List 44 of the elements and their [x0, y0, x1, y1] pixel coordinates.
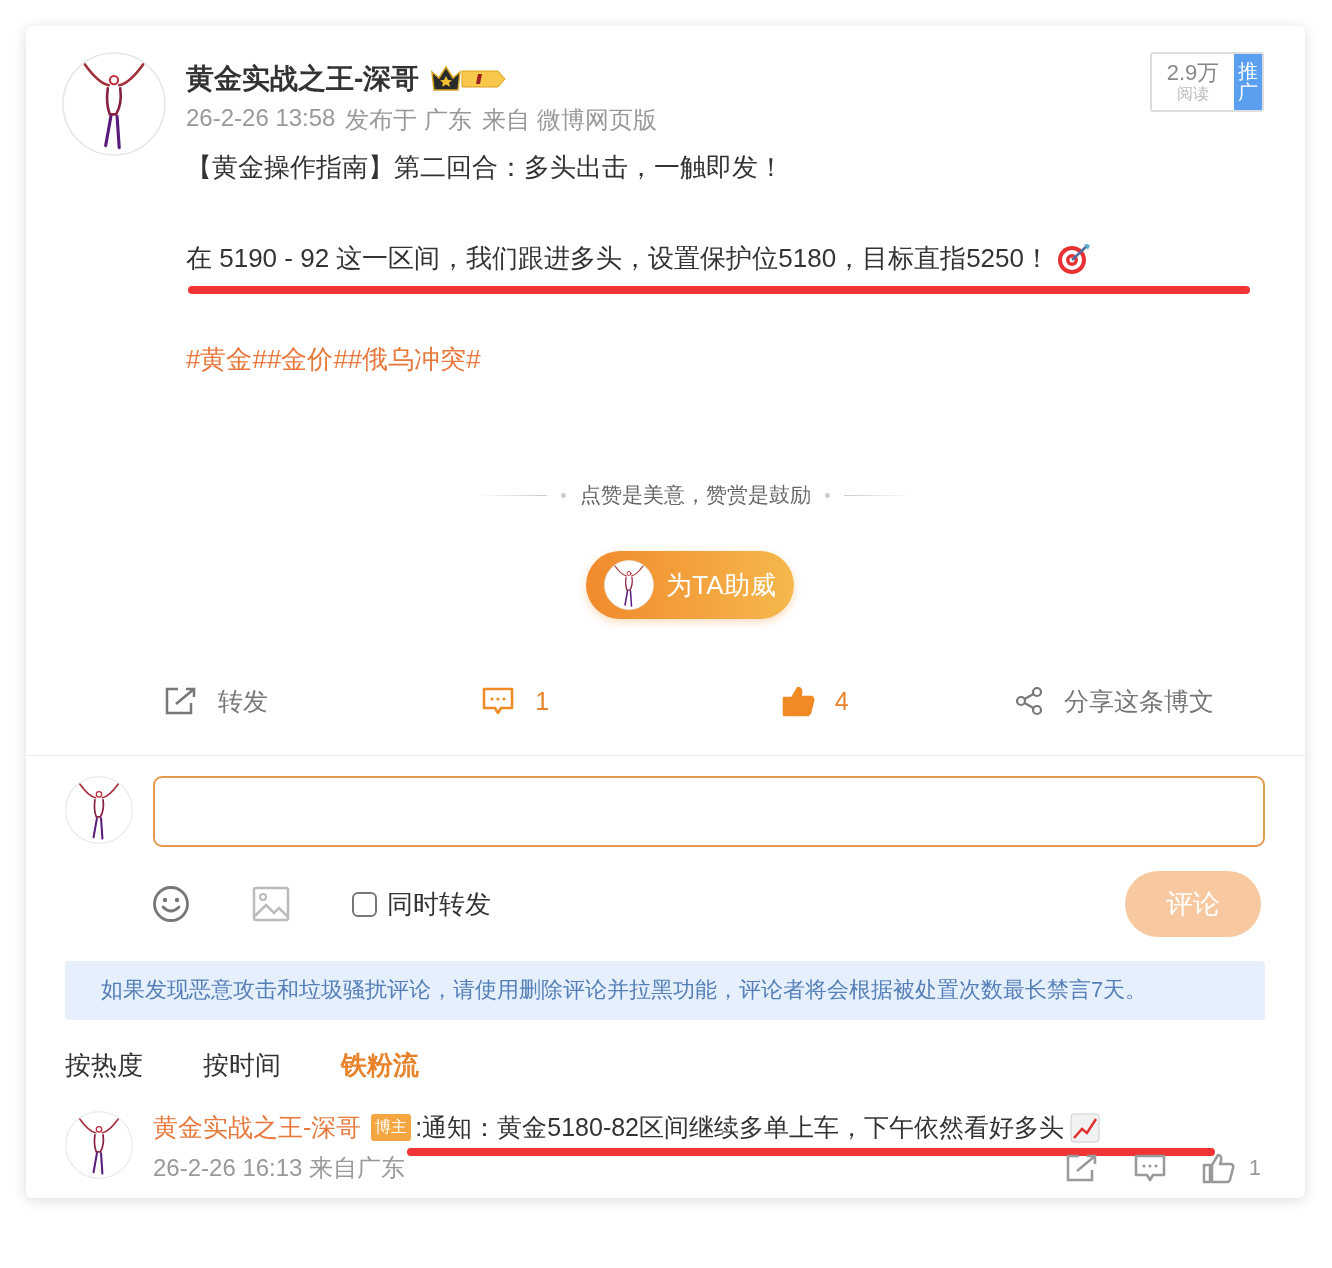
like-button[interactable]: 4: [780, 683, 849, 719]
target-icon: [1056, 241, 1092, 276]
read-label: 阅读: [1177, 86, 1209, 102]
crown-badge-icon[interactable]: [429, 64, 508, 94]
sort-tab[interactable]: 按热度: [65, 1048, 143, 1083]
comment-input[interactable]: [153, 776, 1265, 847]
author-badge: 博主: [371, 1114, 412, 1141]
hashtag-link[interactable]: #俄乌冲突#: [347, 342, 481, 377]
avatar[interactable]: [62, 52, 166, 156]
comment-icon: [481, 686, 516, 716]
comment-button[interactable]: 1: [481, 683, 550, 719]
thumbs-up-icon: [780, 685, 815, 717]
comment-time: 26-2-26 16:13 来自广东: [153, 1153, 406, 1183]
commenter-name[interactable]: 黄金实战之王-深哥: [153, 1111, 362, 1144]
emoji-icon[interactable]: [152, 885, 190, 923]
post-text: 在 5190 - 92 这一区间，我们跟进多头，设置保护位5180，目标直指5250！: [186, 242, 1050, 275]
repost-button[interactable]: 转发: [163, 683, 268, 719]
sort-tab[interactable]: 按时间: [203, 1048, 281, 1083]
avatar[interactable]: [65, 1111, 133, 1179]
post-location: 发布于 广东: [345, 105, 473, 135]
sort-tab[interactable]: 铁粉流: [341, 1048, 419, 1083]
avatar[interactable]: [604, 560, 655, 610]
repost-icon: [163, 686, 198, 716]
avatar[interactable]: [65, 776, 133, 844]
post-source: 来自 微博网页版: [482, 105, 657, 135]
reward-slogan: 点赞是美意，赞赏是鼓励: [579, 482, 811, 508]
read-count-panel[interactable]: 2.9万 阅读 推广: [1150, 52, 1264, 112]
promote-tag: 推广: [1234, 54, 1262, 110]
like-button[interactable]: 1: [1200, 1152, 1261, 1184]
repost-icon: [1064, 1153, 1099, 1183]
post-title: 【黄金操作指南】第二回合：多头出击，一触即发！: [186, 151, 785, 184]
comment-icon: [1132, 1153, 1167, 1183]
author-name[interactable]: 黄金实战之王-深哥: [186, 60, 420, 98]
chart-up-icon: [1070, 1112, 1101, 1143]
notice-banner: 如果发现恶意攻击和垃圾骚扰评论，请使用删除评论并拉黑功能，评论者将会根据被处置次数最长禁言7天。: [65, 961, 1265, 1020]
post-time: 26-2-26 13:58: [186, 104, 336, 133]
thumbs-up-icon: [1200, 1152, 1235, 1184]
share-button[interactable]: 分享这条博文: [1014, 683, 1215, 719]
cheer-button[interactable]: 为TA助威: [586, 551, 794, 619]
comment-text: :通知：黄金5180-82区间继续多单上车，下午依然看好多头: [415, 1112, 1065, 1143]
hashtag-link[interactable]: #黄金#: [186, 342, 267, 377]
hashtag-link[interactable]: #金价#: [266, 342, 348, 377]
share-icon: [1014, 686, 1045, 716]
read-count: 2.9万: [1166, 62, 1220, 84]
